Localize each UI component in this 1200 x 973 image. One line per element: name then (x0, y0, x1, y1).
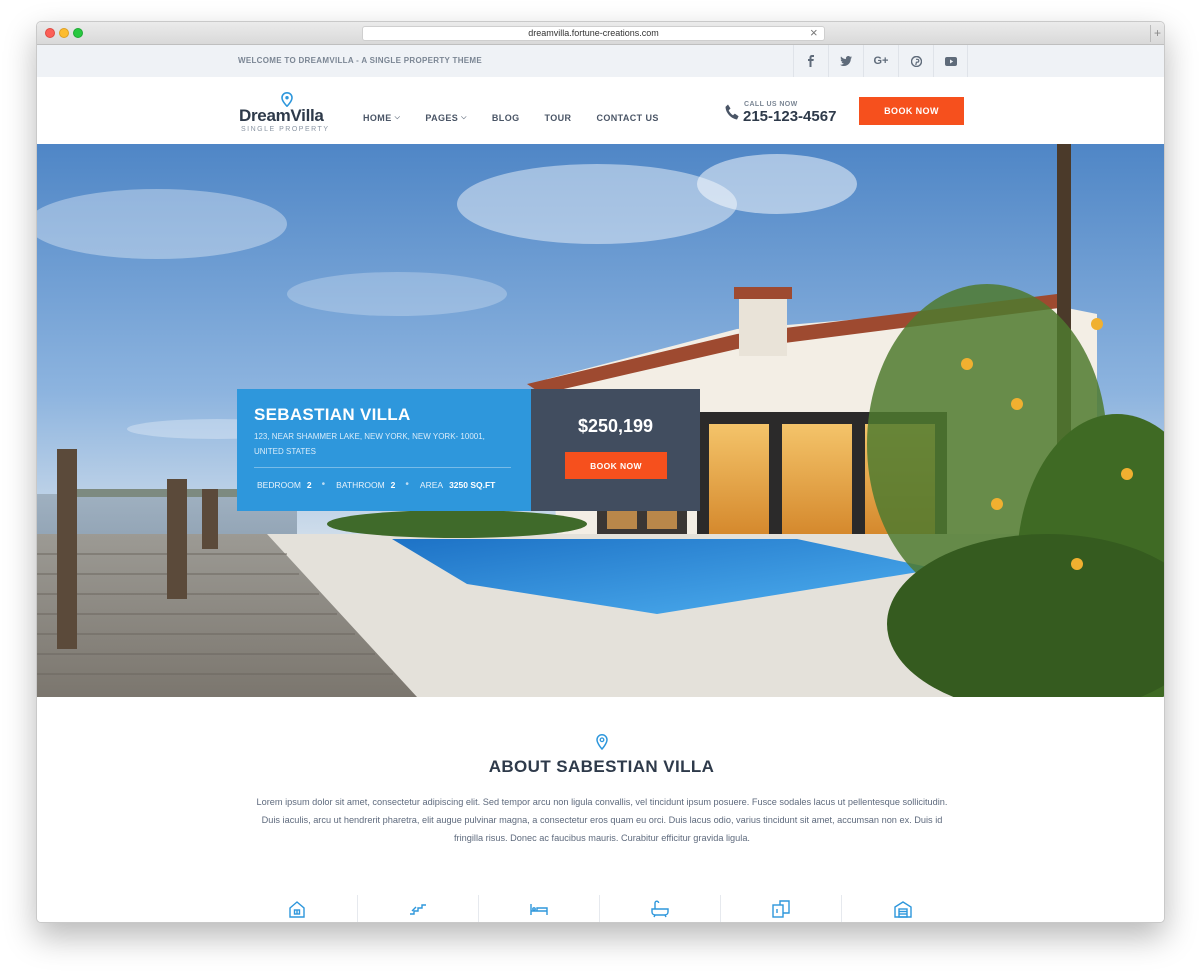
about-description: Lorem ipsum dolor sit amet, consectetur … (256, 797, 948, 843)
site-header: DreamVilla SINGLE PROPERTY HOME ⌵ PAGES … (37, 77, 1164, 144)
nav-pages[interactable]: PAGES ⌵ (425, 113, 467, 123)
logo-subtitle: SINGLE PROPERTY (241, 126, 330, 133)
nav-home[interactable]: HOME ⌵ (363, 113, 400, 123)
minimize-window-button[interactable] (59, 28, 69, 38)
about-section: ABOUT SABESTIAN VILLA Lorem ipsum dolor … (37, 697, 1164, 922)
bathroom-value: 2 (390, 479, 396, 490)
twitter-icon[interactable] (828, 45, 863, 77)
main-nav: HOME ⌵ PAGES ⌵ BLOG TOUR CONTACT US (363, 113, 684, 123)
welcome-text: WELCOME TO DREAMVILLA - A SINGLE PROPERT… (238, 56, 483, 65)
bedroom-label: BEDROOM (257, 479, 301, 490)
bedroom-stat: BEDROOM 2 (257, 479, 312, 490)
card-divider (254, 467, 511, 468)
hero-book-now-button[interactable]: BOOK NOW (565, 452, 667, 479)
nav-contact[interactable]: CONTACT US (596, 113, 658, 123)
chevron-down-icon: ⌵ (394, 114, 401, 121)
youtube-icon[interactable] (933, 45, 968, 77)
bedroom-value: 2 (306, 479, 312, 490)
bed-icon (530, 904, 548, 915)
phone-number: 215-123-4567 (743, 108, 837, 125)
clear-url-icon[interactable]: × (810, 25, 818, 40)
top-bar: WELCOME TO DREAMVILLA - A SINGLE PROPERT… (37, 45, 1164, 77)
browser-chrome: dreamvilla.fortune-creations.com × + (37, 22, 1164, 45)
bathroom-stat: BATHROOM 2 (336, 479, 395, 490)
bathroom-label: BATHROOM (336, 479, 385, 490)
pinterest-icon[interactable] (898, 45, 933, 77)
browser-window: dreamvilla.fortune-creations.com × + WEL… (36, 21, 1165, 923)
nav-contact-label: CONTACT US (596, 113, 659, 123)
nav-blog-label: BLOG (491, 113, 520, 123)
property-address: 123, NEAR SHAMMER LAKE, NEW YORK, NEW YO… (254, 432, 485, 456)
nav-tour-label: TOUR (544, 113, 572, 123)
nav-home-label: HOME (363, 113, 392, 123)
stat-separator: • (405, 479, 409, 490)
feature-item (358, 895, 479, 922)
nav-blog[interactable]: BLOG (492, 113, 520, 123)
about-title: ABOUT SABESTIAN VILLA (488, 757, 715, 776)
facebook-icon[interactable] (793, 45, 828, 77)
web-page: WELCOME TO DREAMVILLA - A SINGLE PROPERT… (37, 45, 1164, 922)
google-plus-icon[interactable]: G+ (863, 45, 898, 77)
property-name: SEBASTIAN VILLA (254, 405, 411, 424)
property-price: $250,199 (577, 416, 654, 436)
nav-pages-label: PAGES (425, 113, 459, 123)
chevron-down-icon: ⌵ (461, 114, 467, 121)
bathtub-icon (651, 900, 669, 918)
garage-icon (893, 901, 912, 918)
nav-tour[interactable]: TOUR (545, 113, 572, 123)
close-window-button[interactable] (45, 28, 55, 38)
stairs-icon (410, 904, 426, 915)
floor-plan-icon (772, 900, 790, 918)
location-pin-icon (596, 734, 608, 750)
feature-item (237, 895, 358, 922)
feature-icons-row (237, 895, 965, 922)
area-value: 3250 SQ.FT (449, 479, 496, 490)
stat-separator: • (321, 479, 326, 490)
feature-item (479, 895, 600, 922)
property-stats: BEDROOM 2 • BATHROOM 2 • AREA 3250 SQ.FT (257, 479, 495, 490)
property-info-card: SEBASTIAN VILLA 123, NEAR SHAMMER LAKE, … (237, 389, 531, 511)
feature-item (842, 895, 963, 922)
feature-item (600, 895, 721, 922)
feature-item (721, 895, 842, 922)
price-card: $250,199 BOOK NOW (531, 389, 700, 511)
house-icon (289, 901, 305, 918)
area-stat: AREA 3250 SQ.FT (420, 479, 495, 490)
site-logo[interactable]: DreamVilla SINGLE PROPERTY (239, 92, 339, 133)
address-bar[interactable]: dreamvilla.fortune-creations.com (362, 26, 825, 41)
hero-banner: SEBASTIAN VILLA 123, NEAR SHAMMER LAKE, … (37, 144, 1164, 697)
book-now-button[interactable]: BOOK NOW (859, 97, 964, 125)
logo-text: DreamVilla (239, 106, 324, 125)
location-pin-icon (281, 92, 293, 107)
area-label: AREA (419, 479, 444, 490)
zoom-window-button[interactable] (73, 28, 83, 38)
phone-icon (725, 104, 739, 120)
call-label: CALL US NOW (744, 101, 798, 108)
new-tab-button[interactable]: + (1150, 25, 1164, 42)
social-links: G+ (793, 45, 968, 77)
